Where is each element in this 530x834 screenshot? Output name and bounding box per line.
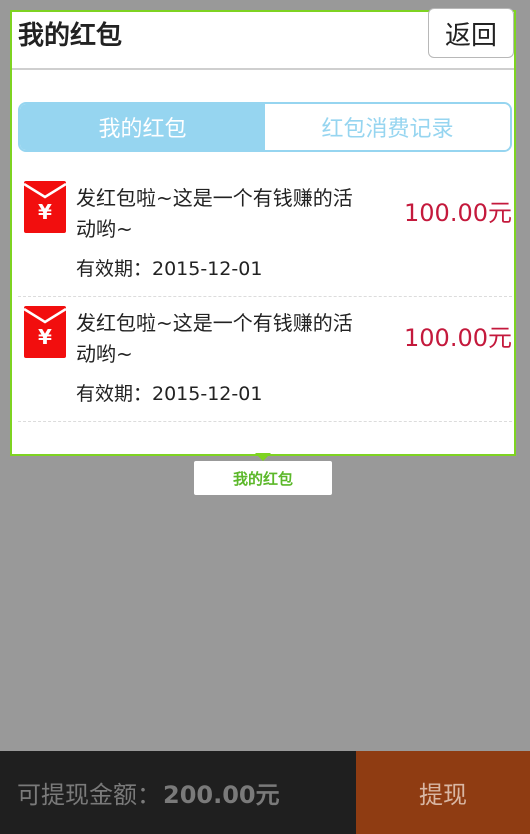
envelope-amount: 100.00元 — [404, 199, 512, 227]
page-title: 我的红包 — [18, 21, 123, 51]
envelope-symbol: ¥ — [38, 325, 52, 349]
element-tooltip: 我的红包 — [194, 461, 332, 495]
envelope-amount: 100.00元 — [404, 324, 512, 352]
envelope-description: 发红包啦~这是一个有钱赚的活动哟~ — [76, 186, 353, 241]
envelope-expiry: 有效期：2015-12-01 — [76, 258, 263, 280]
tooltip-arrow — [255, 453, 271, 461]
panel-header: 我的红包 返回 — [12, 8, 514, 70]
withdrawable-balance: 可提现金额： 200.00元 — [0, 751, 356, 834]
red-envelope-icon: ¥ — [24, 306, 66, 358]
tab-my-envelopes[interactable]: 我的红包 — [20, 104, 265, 150]
bottom-bar: 可提现金额： 200.00元 提现 — [0, 751, 530, 834]
envelope-expiry: 有效期：2015-12-01 — [76, 383, 263, 405]
back-button[interactable]: 返回 — [428, 8, 514, 58]
balance-amount: 200.00元 — [163, 781, 280, 809]
withdraw-button[interactable]: 提现 — [356, 751, 530, 834]
list-item[interactable]: ¥ 发红包啦~这是一个有钱赚的活动哟~ 有效期：2015-12-01 100.0… — [18, 297, 512, 422]
envelope-list: ¥ 发红包啦~这是一个有钱赚的活动哟~ 有效期：2015-12-01 100.0… — [18, 172, 512, 422]
envelope-description: 发红包啦~这是一个有钱赚的活动哟~ — [76, 311, 353, 366]
balance-label: 可提现金额： — [17, 781, 161, 809]
tab-bar: 我的红包 红包消费记录 — [18, 102, 512, 152]
red-envelope-panel: 我的红包 返回 我的红包 红包消费记录 ¥ 发红包啦~这是一个有钱赚的活动哟~ … — [10, 8, 516, 456]
envelope-symbol: ¥ — [38, 200, 52, 224]
list-item[interactable]: ¥ 发红包啦~这是一个有钱赚的活动哟~ 有效期：2015-12-01 100.0… — [18, 172, 512, 297]
red-envelope-icon: ¥ — [24, 181, 66, 233]
tab-envelope-history[interactable]: 红包消费记录 — [265, 104, 510, 150]
